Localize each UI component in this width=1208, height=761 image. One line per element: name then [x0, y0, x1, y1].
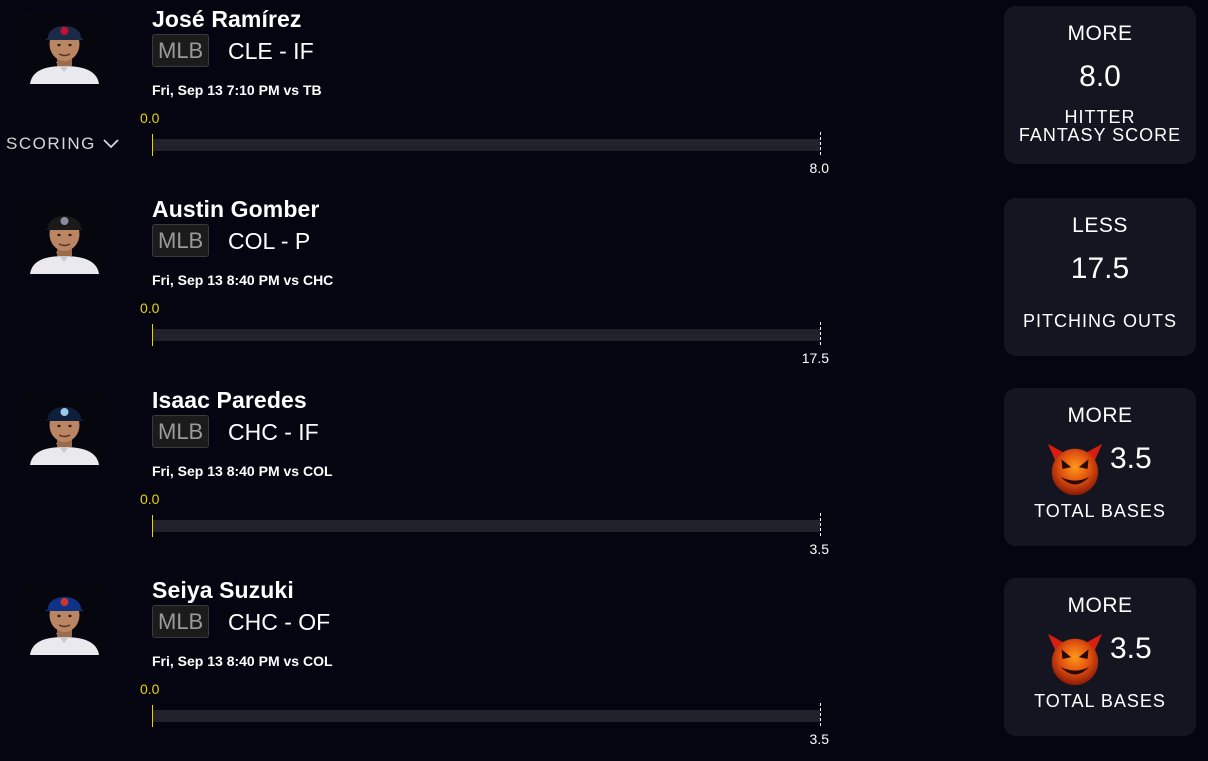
pick-direction: MORE — [1067, 594, 1133, 617]
team-position: CHC - IF — [228, 419, 319, 445]
current-marker — [152, 705, 153, 727]
game-info: Fri, Sep 13 8:40 PM vs COL — [152, 463, 333, 479]
progress-bar — [153, 329, 820, 341]
game-info: Fri, Sep 13 8:40 PM vs COL — [152, 653, 333, 669]
line-marker — [820, 703, 821, 726]
projection-card[interactable]: MORE 3.5 TOTAL BASES — [1004, 578, 1196, 736]
projection-card[interactable]: MORE 3.5 TOTAL BASES — [1004, 388, 1196, 546]
stat-type: TOTAL BASES — [1010, 692, 1190, 710]
pick-row: Seiya Suzuki MLB CHC - OF Fri, Sep 13 8:… — [0, 571, 1208, 761]
projection-card[interactable]: MORE 8.0 HITTER FANTASY SCORE — [1004, 6, 1196, 164]
current-value: 0.0 — [140, 110, 160, 126]
stat-type: HITTER FANTASY SCORE — [1010, 108, 1190, 144]
pick-direction: MORE — [1067, 404, 1133, 427]
line-value: 17.5 — [801, 350, 829, 366]
progress-bar — [153, 139, 820, 151]
projection-card[interactable]: LESS 17.5 PITCHING OUTS — [1004, 198, 1196, 356]
stat-type: TOTAL BASES — [1010, 502, 1190, 520]
current-value: 0.0 — [140, 300, 160, 316]
line-score: 3.5 — [1110, 442, 1152, 475]
team-position: CLE - IF — [228, 38, 314, 64]
team-position: COL - P — [228, 228, 311, 254]
current-marker — [152, 515, 153, 537]
line-score: 17.5 — [1070, 252, 1130, 285]
game-info: Fri, Sep 13 8:40 PM vs CHC — [152, 272, 334, 288]
pick-direction: LESS — [1072, 214, 1128, 237]
stat-type: PITCHING OUTS — [1010, 312, 1190, 330]
pick-row: Isaac Paredes MLB CHC - IF Fri, Sep 13 8… — [0, 381, 1208, 571]
stat-type-line: TOTAL BASES — [1034, 501, 1166, 521]
league-badge: MLB — [152, 605, 210, 638]
stat-type-line: TOTAL BASES — [1034, 691, 1166, 711]
player-name: Seiya Suzuki — [152, 577, 294, 603]
league-badge: MLB — [152, 224, 210, 257]
league-badge: MLB — [152, 34, 210, 67]
stat-type-line: FANTASY SCORE — [1018, 125, 1182, 145]
line-marker — [820, 322, 821, 345]
pick-direction: MORE — [1067, 22, 1133, 45]
player-avatar — [26, 12, 103, 84]
progress-bar — [153, 520, 820, 532]
line-score: 3.5 — [1110, 632, 1152, 665]
current-marker — [152, 134, 153, 156]
line-marker — [820, 513, 821, 536]
line-value: 3.5 — [809, 731, 829, 747]
current-value: 0.0 — [140, 681, 160, 697]
line-value: 3.5 — [809, 541, 829, 557]
demon-icon — [1047, 443, 1103, 496]
player-name: José Ramírez — [152, 6, 302, 32]
pick-row: José Ramírez MLB CLE - IF Fri, Sep 13 7:… — [0, 0, 1208, 190]
stat-type-line: HITTER — [1064, 107, 1136, 127]
player-avatar — [26, 583, 103, 655]
team-position: CHC - OF — [228, 609, 331, 635]
line-marker — [820, 132, 821, 155]
progress-bar — [153, 710, 820, 722]
line-score: 8.0 — [1079, 60, 1121, 93]
player-avatar — [26, 202, 103, 274]
game-info: Fri, Sep 13 7:10 PM vs TB — [152, 82, 322, 98]
player-name: Isaac Paredes — [152, 387, 307, 413]
player-avatar — [26, 393, 103, 465]
current-value: 0.0 — [140, 491, 160, 507]
pick-row: Austin Gomber MLB COL - P Fri, Sep 13 8:… — [0, 190, 1208, 380]
line-value: 8.0 — [809, 160, 829, 176]
stat-type-line: PITCHING OUTS — [1022, 311, 1177, 331]
league-badge: MLB — [152, 415, 210, 448]
player-name: Austin Gomber — [152, 196, 320, 222]
demon-icon — [1047, 633, 1103, 686]
current-marker — [152, 324, 153, 346]
